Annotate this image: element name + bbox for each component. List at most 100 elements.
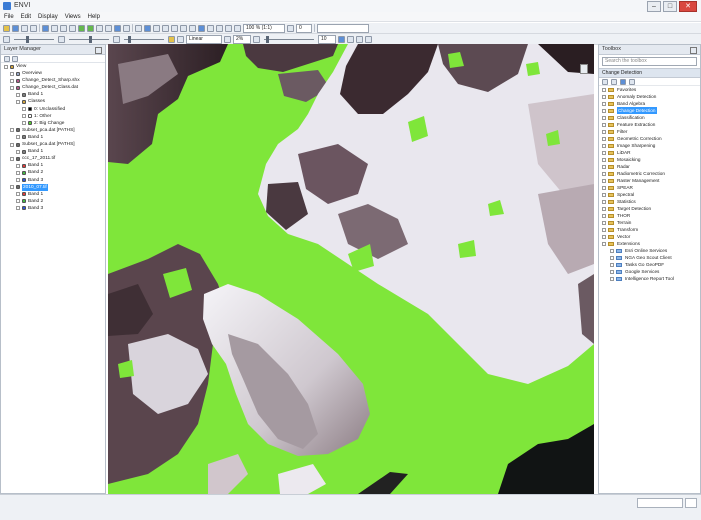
satellite-image[interactable]	[108, 44, 594, 494]
close-button[interactable]: ✕	[679, 1, 697, 12]
expand-toggle-icon[interactable]	[10, 142, 14, 147]
vector-edit-icon[interactable]	[207, 24, 214, 32]
toolbox-subitem[interactable]: Esri Online Services	[599, 247, 700, 254]
expand-toggle-icon[interactable]	[602, 171, 606, 176]
layer-row[interactable]: Band 1	[1, 162, 105, 169]
expand-toggle-icon[interactable]	[602, 129, 606, 134]
flicker-icon[interactable]	[356, 35, 363, 43]
layer-row[interactable]: Band 1	[1, 148, 105, 155]
layer-row[interactable]: Change_Detect_Sharp.shx	[1, 77, 105, 84]
zoom-in-icon[interactable]	[78, 24, 85, 32]
remove-icon[interactable]	[629, 79, 635, 85]
pan-icon[interactable]	[51, 24, 58, 32]
layer-row[interactable]: Band 3	[1, 205, 105, 212]
layer-row[interactable]: Classes	[1, 98, 105, 105]
annotation-symbol-icon[interactable]	[144, 24, 151, 32]
zoom-out-icon[interactable]	[87, 24, 94, 32]
layer-row[interactable]: Band 2	[1, 169, 105, 176]
expand-toggle-icon[interactable]	[602, 115, 606, 120]
histogram-icon[interactable]	[168, 35, 175, 43]
toolbox-subitem[interactable]: NGA Geo Scout Client	[599, 254, 700, 261]
annotation-polyline-icon[interactable]	[189, 24, 196, 32]
expand-icon[interactable]	[611, 79, 617, 85]
add-icon[interactable]	[620, 79, 626, 85]
toolbox-folder[interactable]: Transform	[599, 226, 700, 233]
expand-toggle-icon[interactable]	[22, 121, 26, 126]
layer-row[interactable]: Band 1	[1, 91, 105, 98]
stretch-icon[interactable]	[177, 35, 184, 43]
layer-row[interactable]: 2010_07.tif	[1, 183, 105, 191]
toolbox-folder[interactable]: Mosaicking	[599, 156, 700, 163]
toolbox-folder[interactable]: Classification	[599, 114, 700, 121]
menu-help[interactable]: Help	[88, 12, 100, 21]
layer-row[interactable]: 0: Unclassified	[1, 106, 105, 113]
roi-icon[interactable]	[225, 24, 232, 32]
menu-edit[interactable]: Edit	[21, 12, 31, 21]
toolbox-folder[interactable]: Vector	[599, 233, 700, 240]
toolbox-folder[interactable]: THOR	[599, 212, 700, 219]
toolbox-folder[interactable]: Feature Extraction	[599, 121, 700, 128]
layer-row[interactable]: Change_Detect_Class.dat	[1, 84, 105, 91]
toolbox-folder[interactable]: Spectral	[599, 191, 700, 198]
layer-row[interactable]: 2: Big Change	[1, 120, 105, 127]
toolbox-folder[interactable]: Band Algebra	[599, 100, 700, 107]
expand-toggle-icon[interactable]	[602, 206, 606, 211]
minimize-button[interactable]: –	[647, 1, 661, 12]
expand-toggle-icon[interactable]	[16, 99, 20, 104]
status-button[interactable]	[685, 498, 697, 508]
expand-toggle-icon[interactable]	[610, 262, 614, 267]
expand-toggle-icon[interactable]	[602, 101, 606, 106]
expand-toggle-icon[interactable]	[602, 220, 606, 225]
layer-row[interactable]: Overview	[1, 70, 105, 77]
toolbox-folder[interactable]: Extensions	[599, 240, 700, 247]
expand-toggle-icon[interactable]	[10, 78, 14, 83]
percent-combo[interactable]: 2%	[233, 34, 251, 44]
expand-toggle-icon[interactable]	[610, 255, 614, 260]
toolbox-folder[interactable]: Statistics	[599, 198, 700, 205]
expand-toggle-icon[interactable]	[16, 192, 20, 197]
expand-toggle-icon[interactable]	[10, 185, 14, 190]
annotation-polygon-icon[interactable]	[180, 24, 187, 32]
data-manager-icon[interactable]	[12, 24, 19, 32]
sharpen-slider[interactable]	[124, 35, 164, 43]
toolbox-folder[interactable]: SPEAR	[599, 184, 700, 191]
layer-row[interactable]: Subset_pca.dat [PATHS]	[1, 141, 105, 148]
expand-toggle-icon[interactable]	[602, 164, 606, 169]
layer-row[interactable]: Band 1	[1, 134, 105, 141]
layer-row[interactable]: 1: Other	[1, 113, 105, 120]
expand-toggle-icon[interactable]	[10, 71, 14, 76]
maximize-button[interactable]: □	[663, 1, 677, 12]
toolbox-folder[interactable]: Image Sharpening	[599, 142, 700, 149]
vector-icon[interactable]	[198, 24, 205, 32]
toolbox-folder[interactable]: Radar	[599, 163, 700, 170]
expand-toggle-icon[interactable]	[602, 150, 606, 155]
toolbox-folder[interactable]: Target Detection	[599, 205, 700, 212]
expand-toggle-icon[interactable]	[602, 122, 606, 127]
layer-row[interactable]: Band 1	[1, 191, 105, 198]
expand-toggle-icon[interactable]	[16, 170, 20, 175]
cursor-value-icon[interactable]	[123, 24, 130, 32]
brightness-slider[interactable]	[14, 35, 54, 43]
expand-toggle-icon[interactable]	[16, 92, 20, 97]
layer-row[interactable]: Band 3	[1, 177, 105, 184]
toolbox-folder[interactable]: Radiometric Correction	[599, 170, 700, 177]
collapse-icon[interactable]	[602, 79, 608, 85]
zoom-region-icon[interactable]	[234, 24, 241, 32]
expand-toggle-icon[interactable]	[10, 128, 14, 133]
open-icon[interactable]	[3, 24, 10, 32]
annotation-ellipse-icon[interactable]	[171, 24, 178, 32]
expand-toggle-icon[interactable]	[4, 64, 8, 69]
toolbox-folder[interactable]: Anomaly Detection	[599, 93, 700, 100]
expand-toggle-icon[interactable]	[602, 136, 606, 141]
expand-toggle-icon[interactable]	[22, 114, 26, 119]
expand-toggle-icon[interactable]	[602, 143, 606, 148]
pin-icon[interactable]	[690, 47, 697, 54]
annotation-text-icon[interactable]	[135, 24, 142, 32]
toolbox-folder[interactable]: Geometric Correction	[599, 135, 700, 142]
crosshair-icon[interactable]	[114, 24, 121, 32]
expand-toggle-icon[interactable]	[602, 241, 606, 246]
contrast-slider[interactable]	[69, 35, 109, 43]
stretch-combo[interactable]: Linear	[186, 34, 222, 44]
menu-views[interactable]: Views	[65, 12, 81, 21]
annotation-rectangle-icon[interactable]	[162, 24, 169, 32]
